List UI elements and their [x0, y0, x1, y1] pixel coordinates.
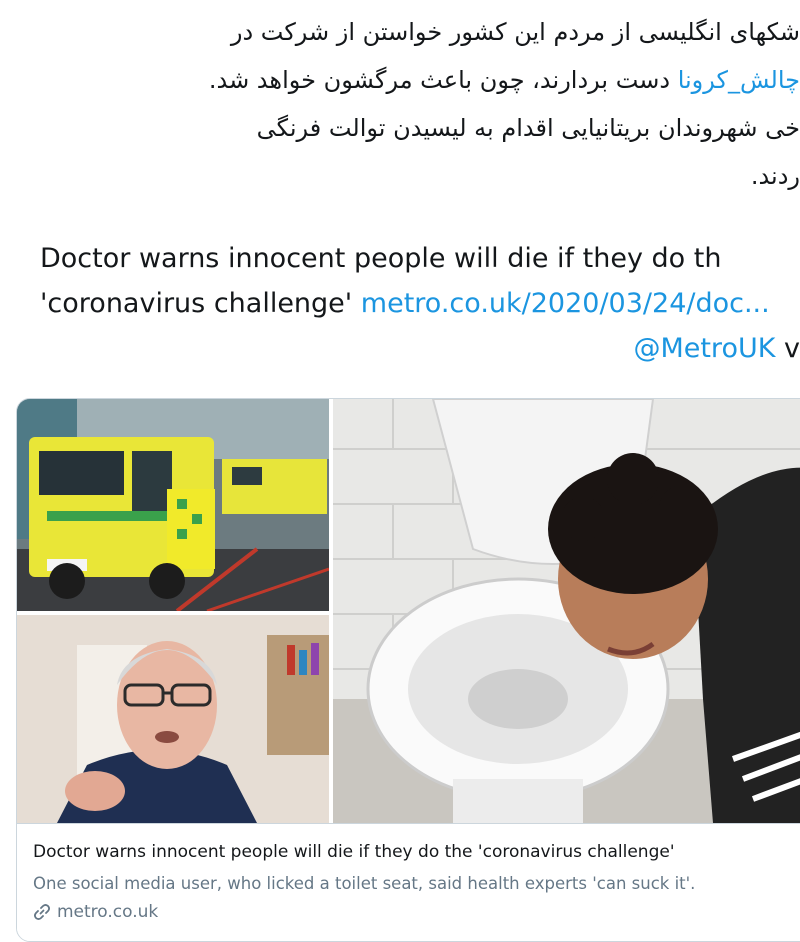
persian-line-2: چالش_کرونا دست بردارند، چون باعث مرگشون …	[10, 56, 800, 104]
link-icon	[33, 903, 51, 921]
link-preview-card[interactable]: Doctor warns innocent people will die if…	[16, 398, 800, 942]
card-domain[interactable]: metro.co.uk	[33, 902, 158, 922]
metro-mention-link[interactable]: @MetroUK	[633, 333, 775, 364]
toilet-photo[interactable]	[333, 399, 800, 823]
card-info[interactable]: Doctor warns innocent people will die if…	[17, 823, 800, 941]
english-line-1: Doctor warns innocent people will die if…	[40, 243, 722, 274]
article-link[interactable]: metro.co.uk/2020/03/24/doc...	[361, 288, 770, 319]
persian-line-2-text: دست بردارند، چون باعث مرگشون خواهد شد.	[208, 66, 678, 94]
hashtag-link[interactable]: چالش_کرونا	[678, 66, 800, 94]
persian-line-4: ردند.	[750, 162, 800, 190]
english-line-3: @MetroUK v	[40, 326, 800, 371]
card-domain-text[interactable]: metro.co.uk	[57, 902, 158, 922]
card-description: One social media user, who licked a toil…	[33, 874, 696, 893]
english-line-2-text: 'coronavirus challenge'	[40, 288, 361, 319]
card-title[interactable]: Doctor warns innocent people will die if…	[33, 842, 675, 862]
english-line-3-suffix: v	[775, 333, 800, 364]
man-photo[interactable]	[17, 615, 329, 823]
english-line-2: 'coronavirus challenge' metro.co.uk/2020…	[40, 281, 800, 326]
english-tweet-text: Doctor warns innocent people will die if…	[40, 236, 800, 371]
persian-line-1: شکهای انگلیسی از مردم این کشور خواستن از…	[230, 18, 800, 46]
persian-line-3: خی شهروندان بریتانیایی اقدام به لیسیدن ت…	[256, 114, 800, 142]
card-media[interactable]	[17, 399, 800, 823]
persian-tweet-text: شکهای انگلیسی از مردم این کشور خواستن از…	[10, 8, 800, 200]
ambulance-photo[interactable]	[17, 399, 329, 611]
